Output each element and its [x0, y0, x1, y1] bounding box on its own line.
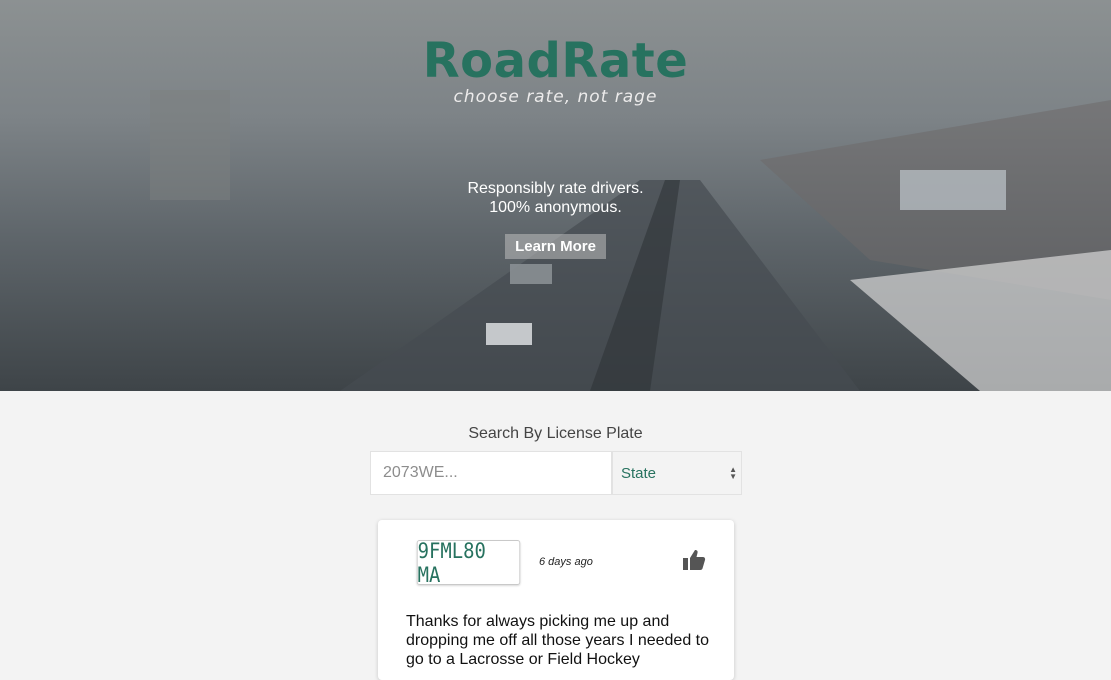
state-select[interactable]: State ▲ ▼	[612, 451, 742, 495]
license-plate-badge[interactable]: 9FML80 MA	[416, 539, 521, 587]
thumbs-up-icon[interactable]	[682, 549, 706, 571]
search-title: Search By License Plate	[468, 425, 643, 442]
hero-banner: RoadRate choose rate, not rage Responsib…	[0, 0, 1111, 391]
review-timestamp: 6 days ago	[539, 556, 593, 568]
license-plate-input[interactable]	[370, 451, 612, 495]
pitch-line-2: 100% anonymous.	[489, 199, 622, 216]
hero-pitch: Responsibly rate drivers. 100% anonymous…	[0, 179, 1111, 217]
review-text: Thanks for always picking me up and drop…	[406, 613, 710, 668]
learn-more-button[interactable]: Learn More	[505, 234, 606, 259]
select-arrows-icon: ▲ ▼	[729, 465, 737, 481]
pitch-line-1: Responsibly rate drivers.	[467, 180, 644, 197]
search-bar: State ▲▼	[370, 451, 742, 495]
state-select-label: State	[621, 464, 657, 482]
brand-logo[interactable]: RoadRate	[0, 33, 1111, 89]
review-card: 9FML80 MA 6 days ago Thanks for always p…	[378, 520, 734, 680]
brand-tagline: choose rate, not rage	[453, 87, 658, 107]
